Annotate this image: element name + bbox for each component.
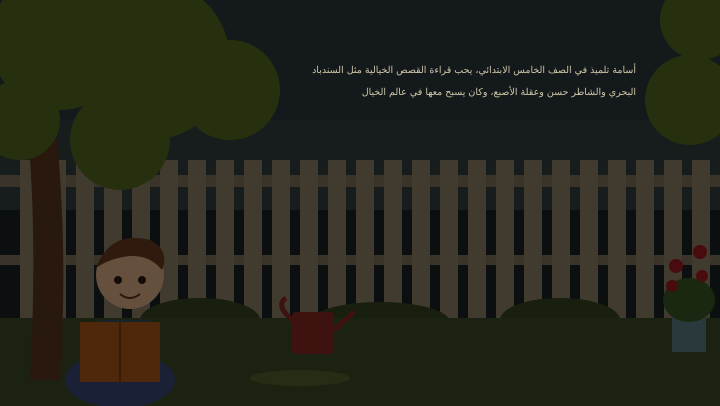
story-line-1: أسامة تلميذ في الصف الخامس الابتدائي، يح… — [312, 65, 636, 76]
story-scene: أسامة تلميذ في الصف الخامس الابتدائي، يح… — [0, 0, 720, 406]
story-line-2: البحري والشاطر حسن وعقلة الأصبع، وكان يس… — [361, 87, 636, 98]
story-caption: أسامة تلميذ في الصف الخامس الابتدائي، يح… — [300, 60, 636, 104]
